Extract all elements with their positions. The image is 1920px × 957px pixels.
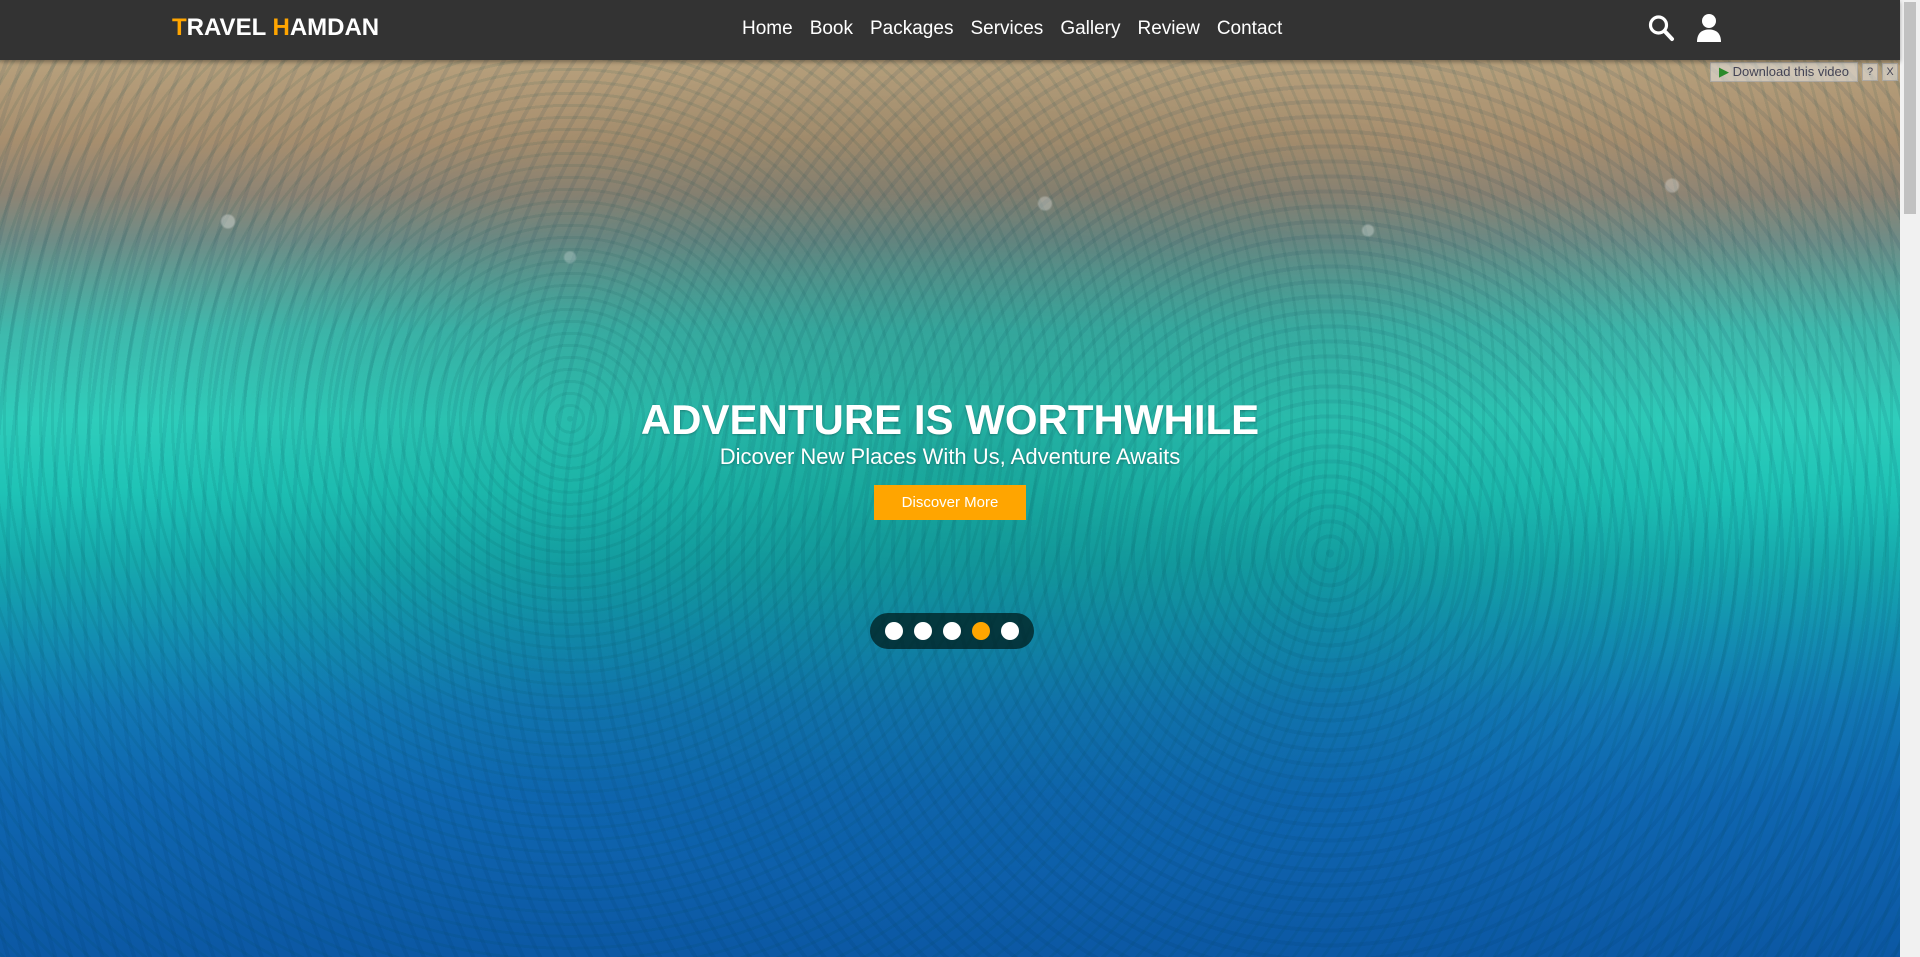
download-video-button[interactable]: ▶ Download this video [1710, 62, 1858, 82]
hero-content: ADVENTURE IS WORTHWHILE Dicover New Plac… [0, 397, 1900, 520]
logo-accent-letter: T [172, 14, 187, 41]
hero-video-section: ▶ Download this video ? X ADVENTURE IS W… [0, 60, 1900, 957]
slide-dot-1[interactable] [885, 622, 903, 640]
page: TRAVEL HAMDAN Home Book Packages Service… [0, 0, 1920, 957]
play-icon: ▶ [1719, 64, 1730, 79]
slide-dot-3[interactable] [943, 622, 961, 640]
page-scrollbar[interactable] [1900, 0, 1920, 957]
discover-more-button[interactable]: Discover More [873, 485, 1027, 520]
site-header: TRAVEL HAMDAN Home Book Packages Service… [0, 0, 1900, 60]
nav-link-gallery[interactable]: Gallery [1060, 17, 1120, 41]
user-icon[interactable] [1694, 12, 1724, 44]
header-icons [1646, 12, 1724, 44]
help-button[interactable]: ? [1862, 63, 1878, 81]
hero-subtitle: Dicover New Places With Us, Adventure Aw… [719, 444, 1181, 469]
download-video-overlay: ▶ Download this video ? X [1710, 62, 1898, 82]
download-video-label: Download this video [1732, 64, 1849, 79]
nav-link-packages[interactable]: Packages [870, 17, 953, 41]
nav-link-book[interactable]: Book [810, 17, 853, 41]
slide-dot-4[interactable] [972, 622, 990, 640]
site-logo[interactable]: TRAVEL HAMDAN [172, 14, 379, 42]
logo-accent-letter: H [272, 14, 290, 41]
logo-text: RAVEL [186, 14, 273, 41]
nav-link-review[interactable]: Review [1138, 17, 1200, 41]
main-nav: Home Book Packages Services Gallery Revi… [742, 17, 1299, 41]
search-icon[interactable] [1646, 12, 1676, 44]
nav-link-services[interactable]: Services [970, 17, 1043, 41]
nav-link-contact[interactable]: Contact [1217, 17, 1282, 41]
scrollbar-thumb[interactable] [1904, 2, 1916, 214]
slide-dot-5[interactable] [1001, 622, 1019, 640]
slide-dots [870, 613, 1034, 649]
nav-link-home[interactable]: Home [742, 17, 793, 41]
hero-title: ADVENTURE IS WORTHWHILE [640, 396, 1260, 443]
logo-text: AMDAN [289, 14, 380, 41]
slide-dot-2[interactable] [914, 622, 932, 640]
close-overlay-button[interactable]: X [1882, 63, 1898, 81]
